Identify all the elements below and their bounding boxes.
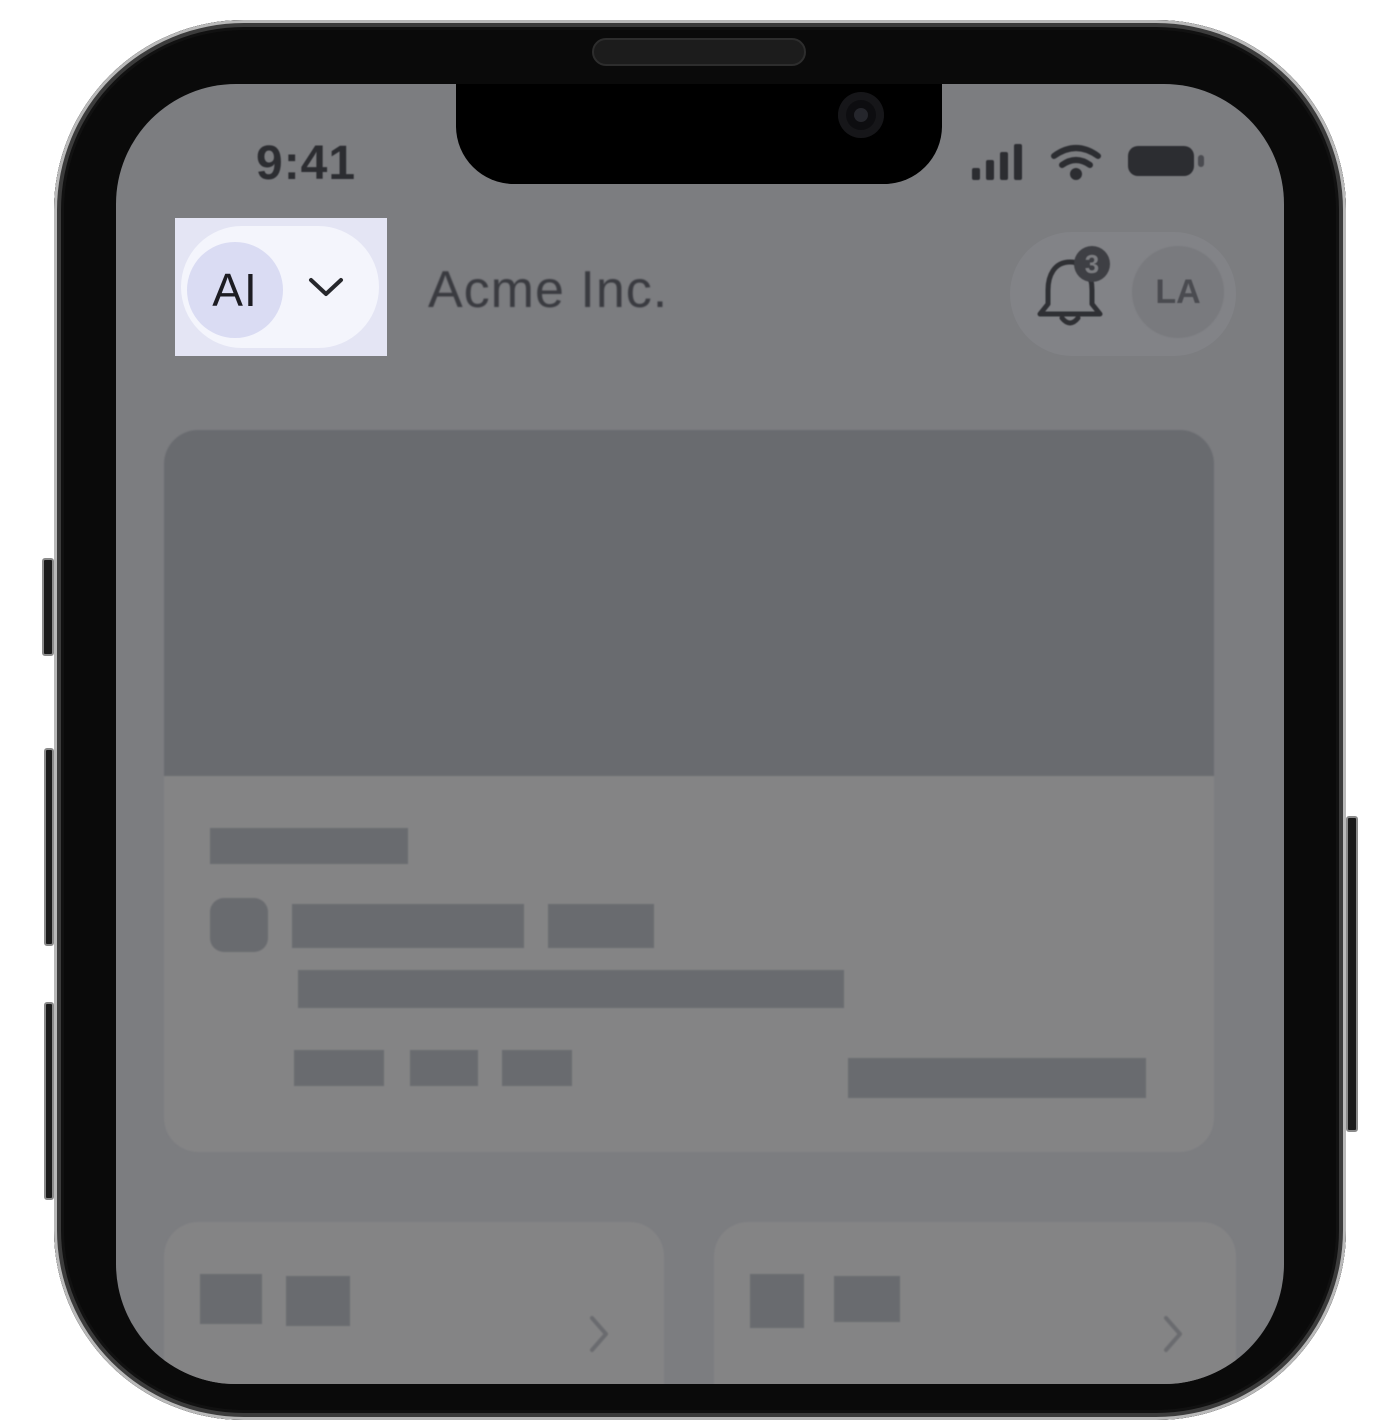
skeleton-icon (750, 1274, 804, 1328)
status-icons (972, 144, 1204, 180)
skeleton-line (298, 970, 844, 1008)
card-image-placeholder (164, 430, 1214, 776)
battery-icon (1128, 146, 1204, 176)
skeleton-icon (834, 1276, 900, 1322)
chevron-right-icon[interactable] (584, 1312, 614, 1356)
content-card-skeleton (164, 430, 1214, 1152)
skeleton-tag (502, 1050, 572, 1086)
chevron-right-icon[interactable] (1158, 1312, 1188, 1356)
ai-label: AI (212, 264, 258, 316)
skeleton-icon (200, 1274, 262, 1324)
earpiece-speaker (592, 38, 806, 66)
ai-toggle-highlight[interactable]: AI (175, 218, 387, 356)
ai-avatar: AI (187, 242, 283, 338)
skeleton-icon (286, 1276, 350, 1326)
cellular-signal-icon (972, 144, 1022, 180)
wifi-icon (1051, 145, 1101, 180)
mini-card-skeleton (164, 1222, 664, 1384)
company-name: Acme Inc. (428, 261, 669, 319)
volume-up-button (44, 748, 54, 946)
header-actions: 3 LA (1010, 232, 1236, 356)
notification-badge: 3 (1074, 246, 1110, 282)
mini-card-skeleton (714, 1222, 1236, 1384)
skeleton-avatar (210, 898, 268, 952)
notch (456, 84, 942, 184)
skeleton-tag (410, 1050, 478, 1086)
chevron-down-icon[interactable] (307, 274, 345, 300)
status-time: 9:41 (256, 137, 357, 190)
front-camera (838, 92, 884, 138)
power-button (1346, 816, 1358, 1132)
skeleton-line (548, 904, 654, 948)
skeleton-button (848, 1058, 1146, 1098)
volume-down-button (44, 1002, 54, 1200)
mute-switch (42, 558, 54, 656)
user-avatar[interactable]: LA (1132, 246, 1224, 338)
skeleton-line (292, 904, 524, 948)
skeleton-title (210, 828, 408, 864)
skeleton-tag (294, 1050, 384, 1086)
phone-screen: 9:41 AI Acme Inc. 3 LA (116, 84, 1284, 1384)
